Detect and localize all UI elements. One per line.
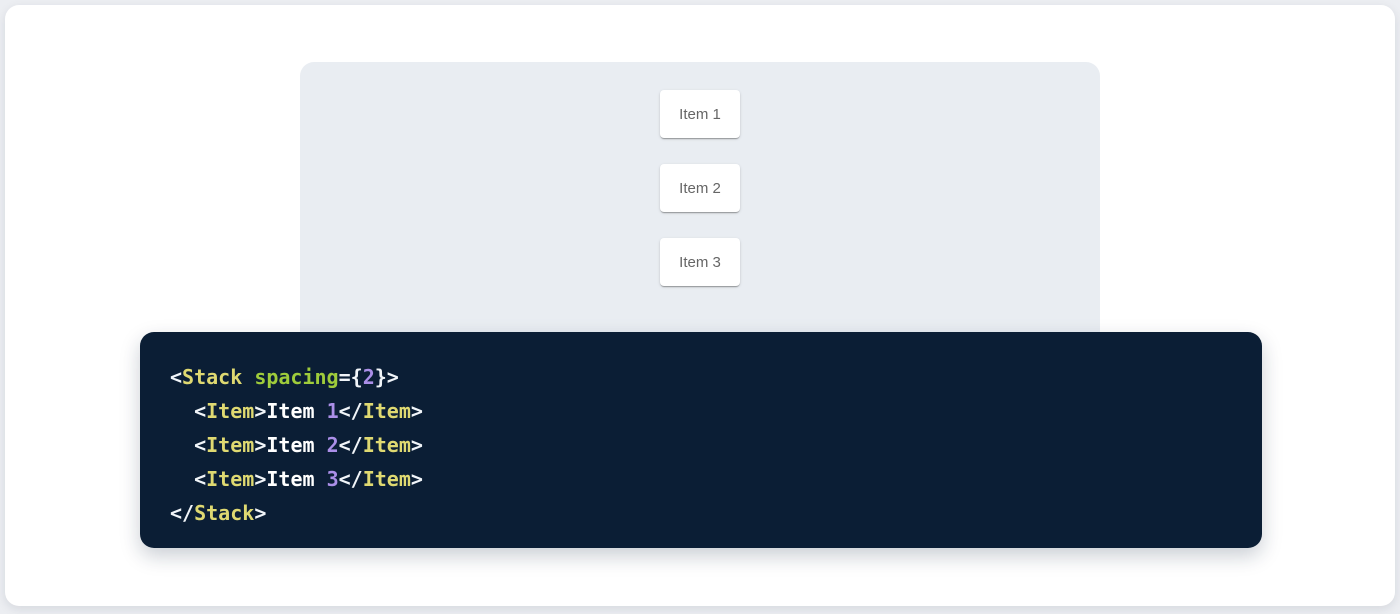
code-token: Item — [206, 399, 254, 423]
code-line: <Item>Item 1</Item> — [170, 394, 1232, 428]
code-token: > — [254, 467, 266, 491]
code-token: 1 — [327, 399, 339, 423]
code-token — [170, 433, 194, 457]
stack-item-1: Item 1 — [660, 90, 740, 138]
code-token — [242, 365, 254, 389]
page-card: Item 1 Item 2 Item 3 <Stack spacing={2}>… — [5, 5, 1395, 606]
code-token: > — [411, 399, 423, 423]
code-token: > — [411, 433, 423, 457]
code-token: > — [254, 501, 266, 525]
code-token: Item — [266, 433, 326, 457]
code-token: Item — [266, 399, 326, 423]
code-token: Item — [206, 467, 254, 491]
code-block: <Stack spacing={2}> <Item>Item 1</Item> … — [140, 332, 1262, 548]
stack-container: Item 1 Item 2 Item 3 — [300, 62, 1100, 286]
code-token: Item — [266, 467, 326, 491]
code-token: 2 — [363, 365, 375, 389]
code-token — [170, 467, 194, 491]
code-token: </ — [339, 399, 363, 423]
stack-item-2-label: Item 2 — [679, 180, 721, 197]
code-line: <Stack spacing={2}> — [170, 360, 1232, 394]
code-content: <Stack spacing={2}> <Item>Item 1</Item> … — [170, 360, 1232, 530]
code-line: <Item>Item 3</Item> — [170, 462, 1232, 496]
code-token: < — [170, 365, 182, 389]
code-token: Stack — [194, 501, 254, 525]
stack-item-1-label: Item 1 — [679, 106, 721, 123]
code-token: ={ — [339, 365, 363, 389]
code-line: <Item>Item 2</Item> — [170, 428, 1232, 462]
stack-item-3: Item 3 — [660, 238, 740, 286]
code-token: Item — [363, 399, 411, 423]
code-token: Item — [206, 433, 254, 457]
code-token: > — [254, 399, 266, 423]
code-token — [170, 399, 194, 423]
code-token: 3 — [327, 467, 339, 491]
stack-item-3-label: Item 3 — [679, 254, 721, 271]
code-token: Item — [363, 433, 411, 457]
code-line: </Stack> — [170, 496, 1232, 530]
code-token: < — [194, 399, 206, 423]
code-token: < — [194, 433, 206, 457]
code-token: > — [254, 433, 266, 457]
stack-item-2: Item 2 — [660, 164, 740, 212]
code-token: 2 — [327, 433, 339, 457]
code-token: </ — [170, 501, 194, 525]
code-token: spacing — [254, 365, 338, 389]
code-token: > — [411, 467, 423, 491]
code-token: </ — [339, 433, 363, 457]
code-token: Item — [363, 467, 411, 491]
code-token: </ — [339, 467, 363, 491]
code-token: < — [194, 467, 206, 491]
code-token: Stack — [182, 365, 242, 389]
code-token: }> — [375, 365, 399, 389]
